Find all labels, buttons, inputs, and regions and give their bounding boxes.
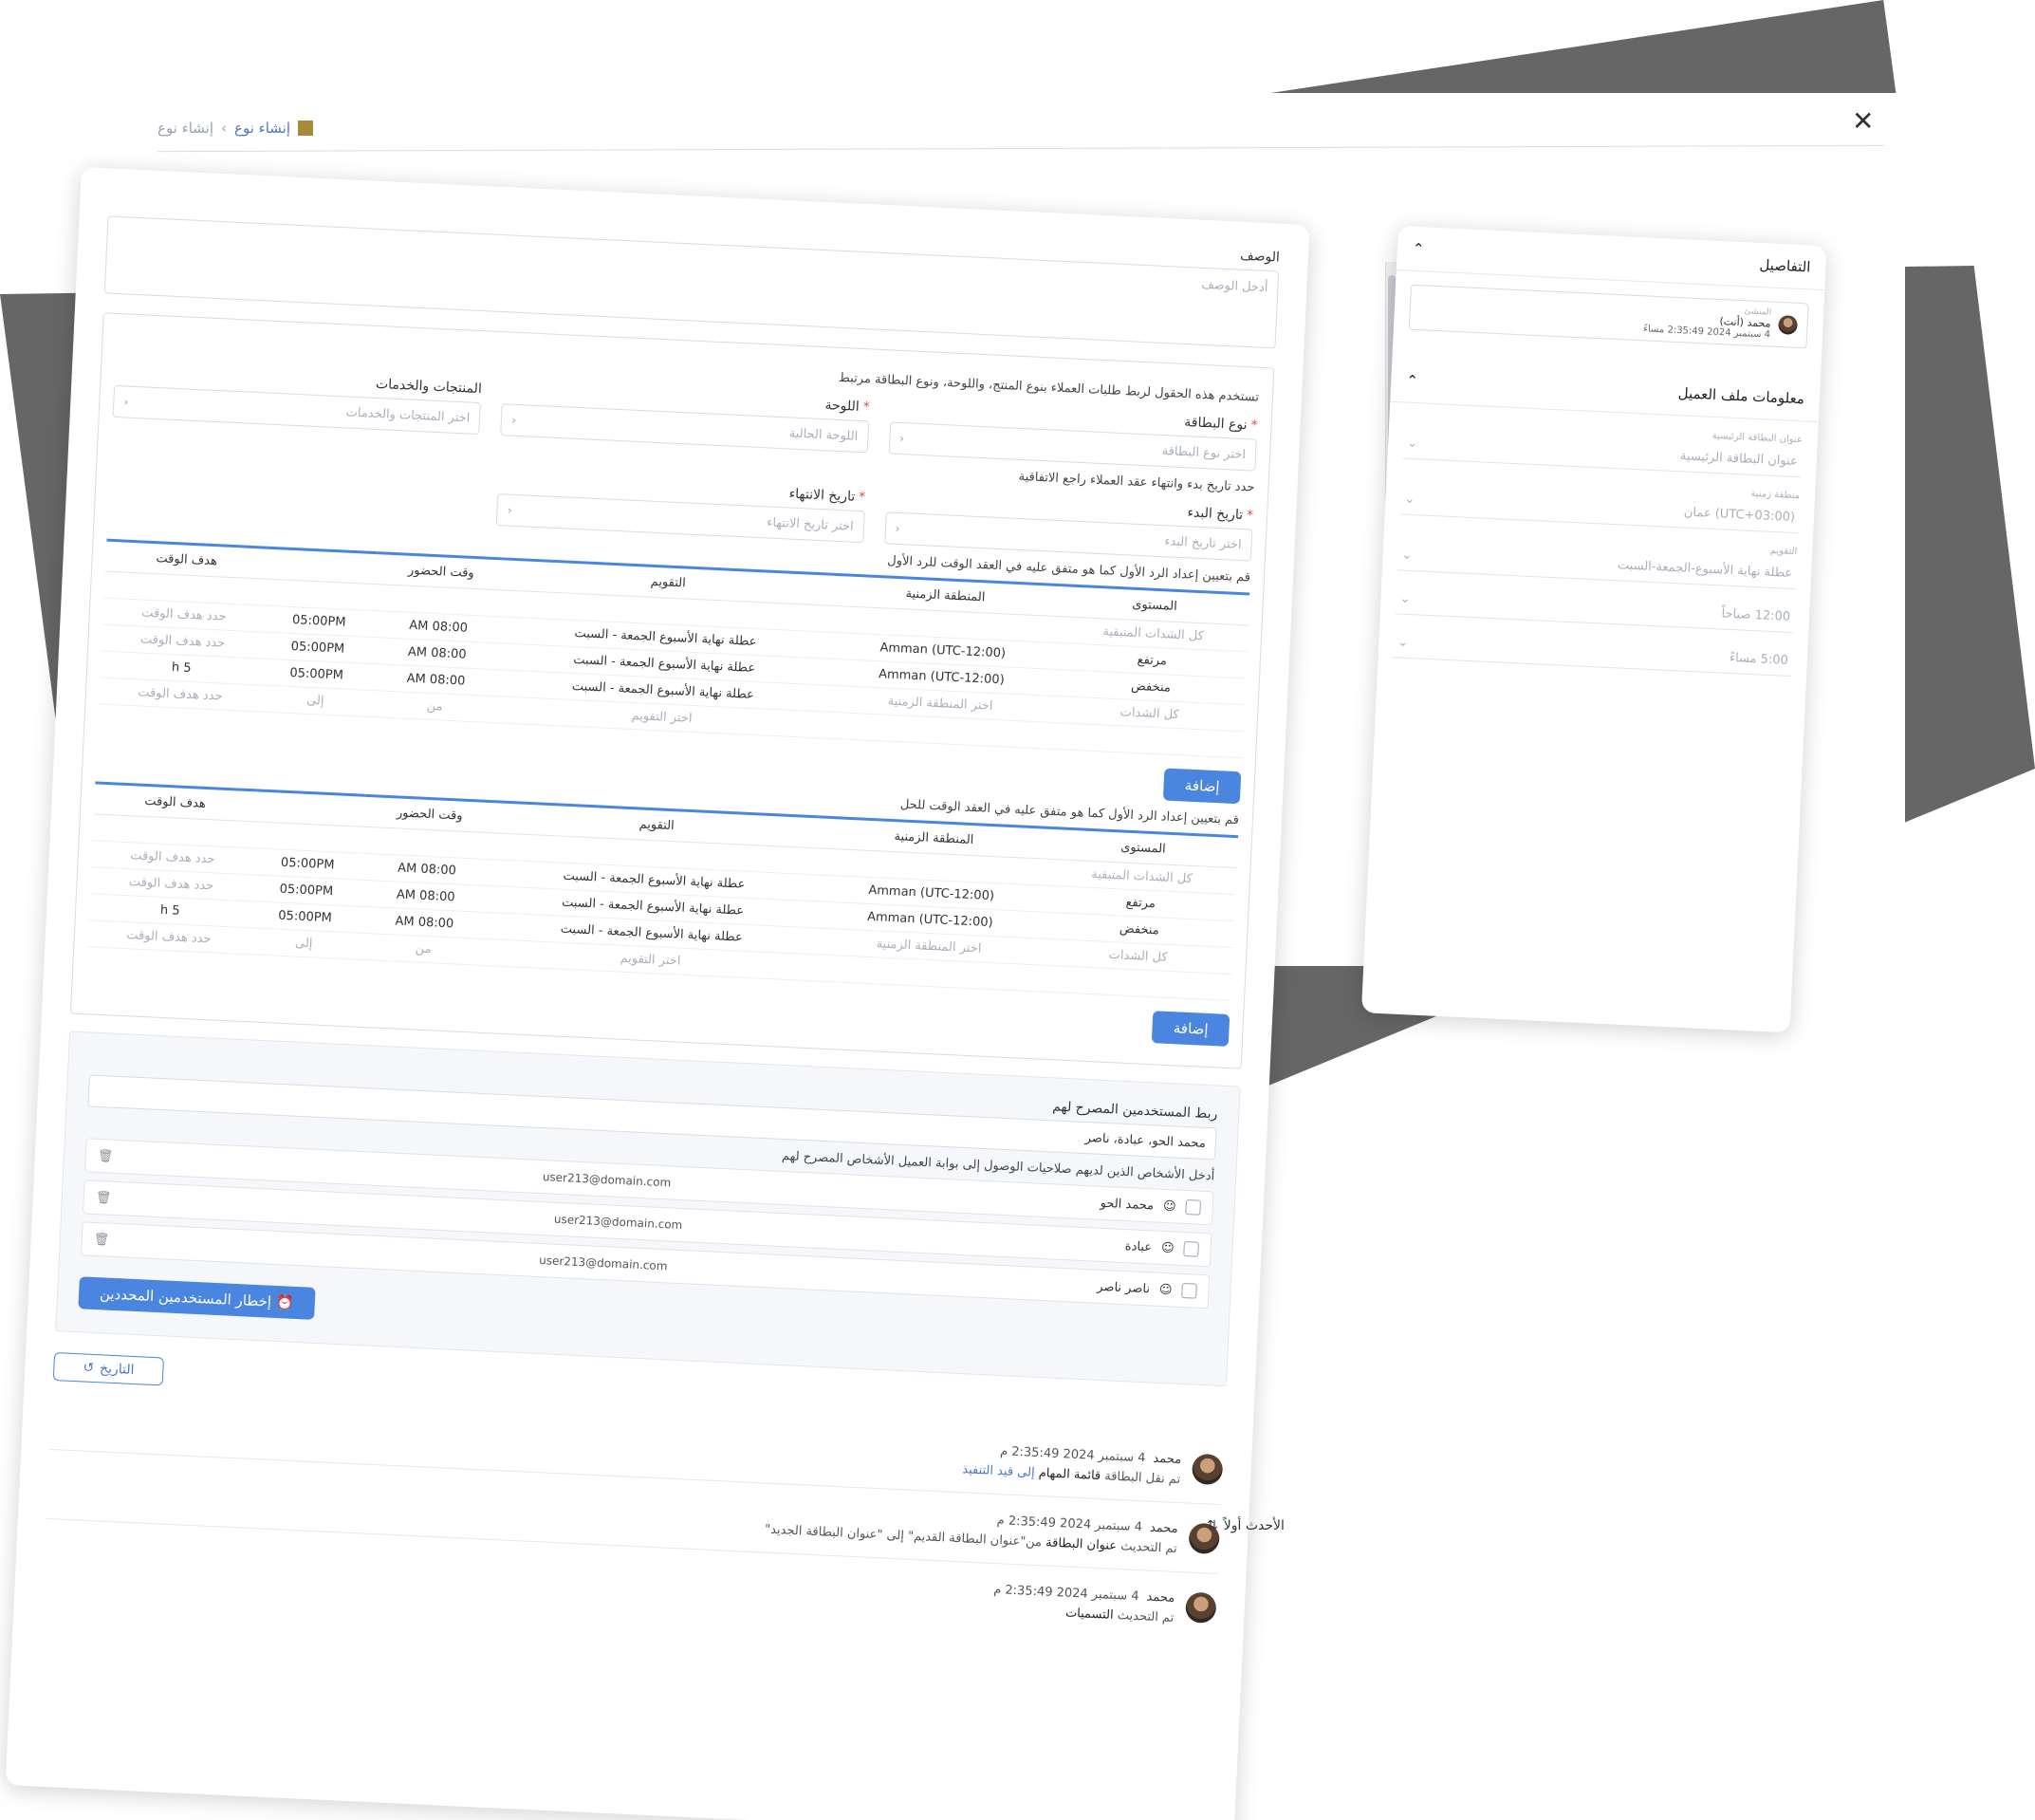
chevron-up-icon[interactable]: ⌃ — [1412, 240, 1424, 258]
user-name: ناصر ناصر — [1096, 1279, 1151, 1296]
chevron-left-icon: ‹ — [895, 521, 900, 536]
user-checkbox[interactable] — [1183, 1240, 1199, 1257]
user-icon: ☺ — [1160, 1240, 1175, 1256]
creator-field: المنشئ محمد (أنت) 4 سبتمبر 2024 2:35:49 … — [1408, 284, 1809, 349]
trash-icon[interactable]: 🗑 — [96, 1190, 112, 1205]
activity-user: محمد — [1153, 1451, 1182, 1468]
trash-icon[interactable]: 🗑 — [98, 1148, 114, 1163]
avatar — [1185, 1591, 1217, 1624]
close-icon[interactable]: ✕ — [1852, 108, 1874, 135]
profile-field-timezone[interactable]: منطقة زمنية (UTC+03:00) عمان ⌄ — [1399, 472, 1800, 534]
user-checkbox[interactable] — [1185, 1199, 1202, 1216]
profile-field-start-time[interactable]: 12:00 صباحاً ⌄ — [1395, 584, 1795, 634]
avatar — [1191, 1453, 1224, 1486]
chevron-left-icon: ‹ — [123, 395, 129, 409]
chevron-down-icon: ⌄ — [1401, 548, 1413, 564]
history-icon: ↺ — [83, 1360, 95, 1377]
profile-field-end-time[interactable]: 5:00 مساءً ⌄ — [1393, 627, 1793, 678]
user-name: عبادة — [1124, 1238, 1153, 1254]
alarm-icon: ⏰ — [270, 1292, 294, 1311]
chevron-left-icon: › — [221, 120, 227, 137]
activity-time: 4 سبتمبر 2024 2:35:49 م — [992, 1582, 1139, 1605]
background-wedge — [1195, 0, 1897, 104]
activity-time: 4 سبتمبر 2024 2:35:49 م — [996, 1514, 1143, 1535]
brand-icon — [298, 121, 313, 136]
user-checkbox[interactable] — [1181, 1282, 1197, 1299]
add-resolution-button[interactable]: إضافة — [1152, 1011, 1230, 1047]
user-name: محمد الحو — [1100, 1196, 1155, 1213]
details-title: التفاصيل — [1759, 255, 1811, 276]
notify-users-button[interactable]: ⏰ إخطار المستخدمين المحددين — [78, 1276, 316, 1320]
link-section: تستخدم هذه الحقول لربط طلبات العملاء بنو… — [69, 312, 1275, 1069]
user-icon: ☺ — [1158, 1282, 1173, 1297]
chevron-down-icon: ⌄ — [1399, 591, 1411, 607]
user-email: user213@domain.com — [538, 1253, 668, 1273]
activity-user: محمد — [1149, 1520, 1179, 1537]
profile-field-calendar[interactable]: التقويم عطلة نهاية الأسبوع-الجمعة-السبت ⌄ — [1397, 528, 1798, 590]
chevron-down-icon: ⌄ — [1406, 436, 1418, 452]
customer-profile-title: معلومات ملف العميل — [1677, 384, 1805, 408]
chevron-down-icon: ⌄ — [1397, 635, 1409, 650]
side-panel: التفاصيل ⌃ المنشئ محمد (أنت) 4 سبتمبر 20… — [1360, 226, 1827, 1033]
trash-icon[interactable]: 🗑 — [93, 1232, 109, 1247]
user-icon: ☺ — [1162, 1198, 1177, 1215]
chevron-down-icon: ⌄ — [1404, 492, 1415, 508]
table-header — [254, 789, 366, 827]
chevron-left-icon: ‹ — [507, 503, 512, 517]
history-button[interactable]: ↺ التاريخ — [52, 1352, 165, 1386]
activity-user: محمد — [1146, 1589, 1175, 1606]
breadcrumb-current[interactable]: إنشاء نوع — [234, 120, 290, 137]
authorized-users-section: ربط المستخدمين المصرح لهم محمد الحو، عبا… — [55, 1031, 1241, 1387]
avatar — [1778, 314, 1798, 335]
profile-field-card-title[interactable]: عنوان البطاقة الرئيسية عنوان البطاقة الرئ… — [1402, 417, 1803, 478]
user-email: user213@domain.com — [542, 1170, 672, 1190]
main-form-card: الوصف أدخل الوصف تستخدم هذه الحقول لربط … — [5, 167, 1310, 1820]
table-header — [266, 548, 378, 585]
breadcrumb: إنشاء نوع › إنشاء نوع — [157, 120, 313, 137]
sort-toggle[interactable]: الأحدث أولاً ⇅ — [1207, 1518, 1285, 1533]
chevron-left-icon: ‹ — [898, 431, 905, 446]
add-first-response-button[interactable]: إضافة — [1163, 768, 1242, 805]
customer-profile-body: عنوان البطاقة الرئيسية عنوان البطاقة الرئ… — [1377, 402, 1818, 704]
chevron-left-icon: ‹ — [510, 413, 517, 427]
sort-icon: ⇅ — [1207, 1518, 1218, 1533]
user-email: user213@domain.com — [553, 1212, 683, 1233]
breadcrumb-parent[interactable]: إنشاء نوع — [157, 120, 213, 137]
activity-time: 4 سبتمبر 2024 2:35:49 م — [999, 1444, 1146, 1466]
chevron-up-icon[interactable]: ⌃ — [1406, 372, 1418, 390]
